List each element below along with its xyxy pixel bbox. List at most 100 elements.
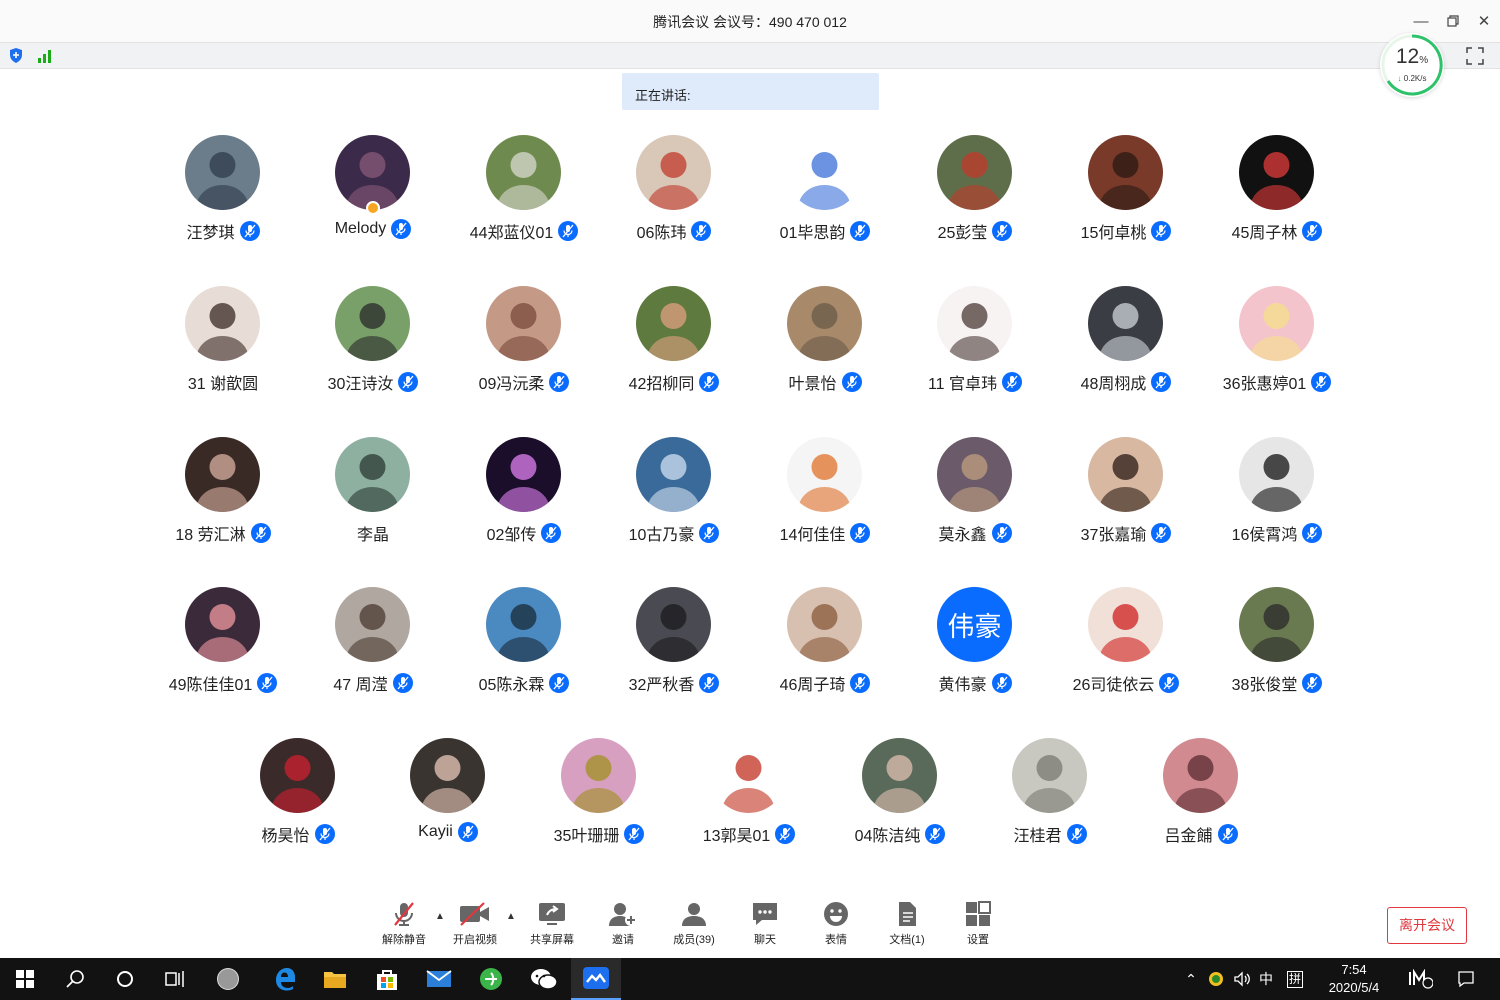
participant-label: 18 劳汇淋 [148,521,298,545]
emoji-button[interactable]: 表情 [806,901,866,956]
participant-tile[interactable]: Kayii [373,738,523,858]
start-button[interactable] [0,958,50,1000]
mic-muted-icon [1002,372,1023,392]
participant-tile[interactable]: 46周子琦 [750,587,900,707]
participant-name: 45周子林 [1231,225,1298,242]
invite-button[interactable]: 邀请 [593,901,653,956]
participant-tile[interactable]: 26司徒依云 [1051,587,1201,707]
participant-tile[interactable]: 35叶珊珊 [524,738,674,858]
participant-tile[interactable]: 09冯沅柔 [449,286,599,406]
participant-tile[interactable]: 13郭昊01 [674,738,824,858]
participant-tile[interactable]: 莫永鑫 [900,437,1050,557]
tray-app-icon[interactable] [1204,958,1228,1000]
participant-tile[interactable]: 30汪诗汝 [298,286,448,406]
settings-button[interactable]: 设置 [948,901,1008,956]
share-screen-button[interactable]: 共享屏幕 [522,901,582,956]
participant-name: 49陈佳佳01 [168,677,253,694]
participant-tile[interactable]: 16侯霄鸿 [1202,437,1352,557]
participant-tile[interactable]: 10古乃豪 [599,437,749,557]
participant-label: 30汪诗汝 [298,370,448,394]
participant-label: 49陈佳佳01 [148,671,298,695]
participant-label: 01毕思韵 [750,219,900,243]
participant-tile[interactable]: 01毕思韵 [750,135,900,255]
taskbar-app-store[interactable] [362,958,412,1000]
task-view-button[interactable] [150,958,200,1000]
participant-tile[interactable]: 38张俊堂 [1202,587,1352,707]
avatar-photo-icon [497,454,550,512]
participant-tile[interactable]: 杨昊怡 [223,738,373,858]
taskbar-app-tencent-meeting[interactable] [571,958,621,1000]
participant-tile[interactable]: 06陈玮 [599,135,749,255]
participant-tile[interactable]: 04陈洁纯 [825,738,975,858]
mic-muted-icon [392,673,413,693]
participant-tile[interactable]: 李晶 [298,437,448,557]
participant-tile[interactable]: Melody [298,135,448,255]
participant-name: 黄伟豪 [938,677,987,694]
tray-im-app[interactable] [1400,958,1440,1000]
participant-name: 38张俊堂 [1231,677,1298,694]
start-video-button[interactable]: 开启视频 [445,901,505,956]
taskbar-app-mail[interactable] [414,958,464,1000]
participant-tile[interactable]: 11 官卓玮 [900,286,1050,406]
store-bag-icon [377,970,397,990]
taskbar-app-wechat[interactable] [519,958,569,1000]
participant-tile[interactable]: 15何卓桃 [1051,135,1201,255]
avatar [636,587,711,662]
search-button[interactable] [50,958,100,1000]
participant-name: 01毕思韵 [779,225,846,242]
participant-tile[interactable]: 45周子林 [1202,135,1352,255]
mic-muted-icon [1151,523,1172,543]
control-bar: 解除静音 ▲ 开启视频 ▲ 共享屏幕 邀请 成员(39) 聊天 表情 文档(1)… [0,895,1500,958]
avatar [185,587,260,662]
participant-tile[interactable]: 25彭莹 [900,135,1050,255]
audio-options-caret[interactable]: ▲ [435,911,445,922]
participant-tile[interactable]: 44郑蓝仪01 [449,135,599,255]
participant-tile[interactable]: 42招柳同 [599,286,749,406]
participant-tile[interactable]: 36张惠婷01 [1202,286,1352,406]
avatar-text: 伟豪 [937,587,1012,662]
ime-language[interactable]: 中 [1254,958,1278,1000]
wechat-icon [531,969,558,990]
taskbar-app-pinwheel[interactable] [203,958,253,1000]
taskbar-app-green[interactable] [466,958,516,1000]
taskbar-app-edge[interactable] [259,958,309,1000]
tencent-meeting-icon [583,967,609,989]
docs-button[interactable]: 文档(1) [877,901,937,956]
tray-expand-chevron[interactable]: ⌃ [1181,958,1201,1000]
participant-tile[interactable]: 49陈佳佳01 [148,587,298,707]
ime-mode[interactable]: 拼 [1283,958,1307,1000]
mic-muted-icon [1302,673,1323,693]
video-options-caret[interactable]: ▲ [506,911,516,922]
participant-tile[interactable]: 32严秋香 [599,587,749,707]
participant-tile[interactable]: 18 劳汇淋 [148,437,298,557]
avatar [1088,437,1163,512]
leave-meeting-button[interactable]: 离开会议 [1387,907,1467,944]
participant-tile[interactable]: 汪桂君 [975,738,1125,858]
chat-button[interactable]: 聊天 [735,901,795,956]
taskbar-app-explorer[interactable] [310,958,360,1000]
participant-tile[interactable]: 47 周滢 [298,587,448,707]
cortana-button[interactable] [100,958,150,1000]
participant-tile[interactable]: 02邹传 [449,437,599,557]
participant-tile[interactable]: 叶景怡 [750,286,900,406]
participant-tile[interactable]: 吕金餔 [1126,738,1276,858]
taskbar-clock[interactable]: 7:54 2020/5/4 [1318,961,1390,997]
task-view-icon [165,971,184,987]
participant-tile[interactable]: 31 谢歆圆 [148,286,298,406]
volume-button[interactable] [1230,958,1254,1000]
unmute-button[interactable]: 解除静音 [374,901,434,956]
participant-tile[interactable]: 伟豪 黄伟豪 [900,587,1050,707]
participant-label: 吕金餔 [1126,822,1276,846]
participant-tile[interactable]: 05陈永霖 [449,587,599,707]
participant-label: 02邹传 [449,521,599,545]
participant-tile[interactable]: 48周栩成 [1051,286,1201,406]
participant-tile[interactable]: 汪梦琪 [148,135,298,255]
members-button[interactable]: 成员(39) [664,901,724,956]
participant-label: 15何卓桃 [1051,219,1201,243]
participant-tile[interactable]: 14何佳佳 [750,437,900,557]
participant-tile[interactable]: 37张嘉瑜 [1051,437,1201,557]
avatar-photo-icon [1099,454,1152,512]
avatar-photo-icon [798,152,851,210]
avatar [937,437,1012,512]
action-center-button[interactable] [1450,958,1482,1000]
